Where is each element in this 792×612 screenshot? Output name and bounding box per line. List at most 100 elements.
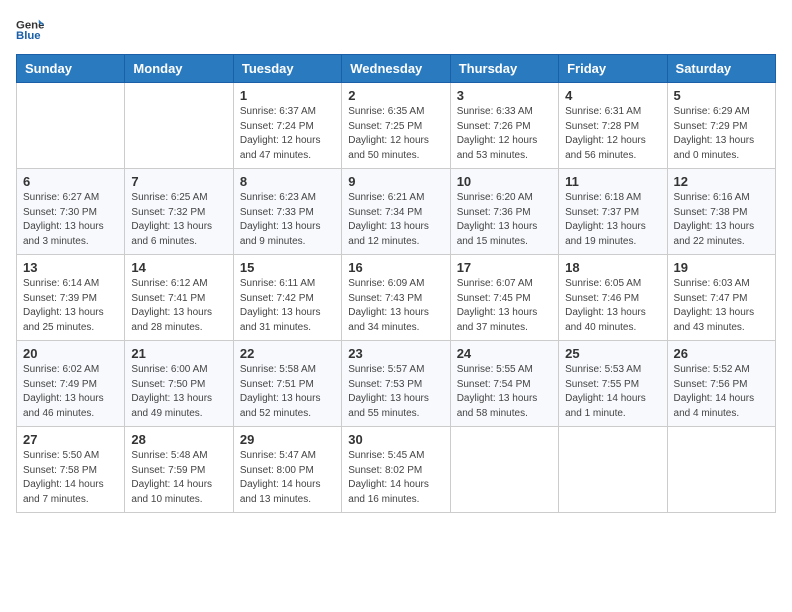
day-info: Sunrise: 6:33 AM Sunset: 7:26 PM Dayligh… [457, 105, 552, 163]
day-number: 11 [565, 174, 660, 189]
day-info: Sunrise: 6:20 AM Sunset: 7:36 PM Dayligh… [457, 191, 552, 249]
calendar-cell: 22Sunrise: 5:58 AM Sunset: 7:51 PM Dayli… [233, 341, 341, 427]
calendar-cell: 24 Sunrise: 5:55 AM Sunset: 7:54 PM Dayli… [450, 341, 558, 427]
day-number: 19 [674, 260, 769, 275]
calendar-body: 1 Sunrise: 6:37 AM Sunset: 7:24 PM Daylig… [17, 83, 776, 513]
calendar-cell: 14 Sunrise: 6:12 AM Sunset: 7:41 PM Dayli… [125, 255, 233, 341]
day-number: 15 [240, 260, 335, 275]
calendar-cell: 12Sunrise: 6:16 AM Sunset: 7:38 PM Dayli… [667, 169, 775, 255]
day-number: 5 [674, 88, 769, 103]
calendar-cell: 11 Sunrise: 6:18 AM Sunset: 7:37 PM Dayli… [559, 169, 667, 255]
day-info: Sunrise: 5:57 AM Sunset: 7:53 PM Dayligh… [348, 363, 443, 421]
day-info: Sunrise: 5:53 AM Sunset: 7:55 PM Dayligh… [565, 363, 660, 421]
calendar-cell: 9 Sunrise: 6:21 AM Sunset: 7:34 PM Daylig… [342, 169, 450, 255]
calendar-cell: 8Sunrise: 6:23 AM Sunset: 7:33 PM Daylig… [233, 169, 341, 255]
weekday-header-cell: Thursday [450, 55, 558, 83]
day-number: 27 [23, 432, 118, 447]
calendar-cell: 21 Sunrise: 6:00 AM Sunset: 7:50 PM Dayli… [125, 341, 233, 427]
day-number: 3 [457, 88, 552, 103]
day-number: 26 [674, 346, 769, 361]
day-info: Sunrise: 5:47 AM Sunset: 8:00 PM Dayligh… [240, 449, 335, 507]
day-info: Sunrise: 6:21 AM Sunset: 7:34 PM Dayligh… [348, 191, 443, 249]
logo-icon: General Blue [16, 16, 44, 44]
day-info: Sunrise: 6:00 AM Sunset: 7:50 PM Dayligh… [131, 363, 226, 421]
calendar: SundayMondayTuesdayWednesdayThursdayFrid… [16, 54, 776, 513]
calendar-cell: 28 Sunrise: 5:48 AM Sunset: 7:59 PM Dayli… [125, 427, 233, 513]
day-number: 25 [565, 346, 660, 361]
day-info: Sunrise: 6:02 AM Sunset: 7:49 PM Dayligh… [23, 363, 118, 421]
day-number: 14 [131, 260, 226, 275]
calendar-cell: 5Sunrise: 6:29 AM Sunset: 7:29 PM Daylig… [667, 83, 775, 169]
day-info: Sunrise: 6:07 AM Sunset: 7:45 PM Dayligh… [457, 277, 552, 335]
calendar-cell: 3 Sunrise: 6:33 AM Sunset: 7:26 PM Daylig… [450, 83, 558, 169]
calendar-cell [17, 83, 125, 169]
day-info: Sunrise: 5:55 AM Sunset: 7:54 PM Dayligh… [457, 363, 552, 421]
day-number: 30 [348, 432, 443, 447]
day-number: 2 [348, 88, 443, 103]
day-info: Sunrise: 5:48 AM Sunset: 7:59 PM Dayligh… [131, 449, 226, 507]
day-info: Sunrise: 6:16 AM Sunset: 7:38 PM Dayligh… [674, 191, 769, 249]
header: General Blue [16, 16, 776, 44]
calendar-cell: 10 Sunrise: 6:20 AM Sunset: 7:36 PM Dayli… [450, 169, 558, 255]
weekday-header-cell: Friday [559, 55, 667, 83]
day-info: Sunrise: 6:18 AM Sunset: 7:37 PM Dayligh… [565, 191, 660, 249]
day-info: Sunrise: 5:50 AM Sunset: 7:58 PM Dayligh… [23, 449, 118, 507]
calendar-cell [450, 427, 558, 513]
day-info: Sunrise: 6:27 AM Sunset: 7:30 PM Dayligh… [23, 191, 118, 249]
calendar-cell: 18 Sunrise: 6:05 AM Sunset: 7:46 PM Dayli… [559, 255, 667, 341]
day-number: 29 [240, 432, 335, 447]
calendar-week-row: 1 Sunrise: 6:37 AM Sunset: 7:24 PM Daylig… [17, 83, 776, 169]
calendar-cell: 20Sunrise: 6:02 AM Sunset: 7:49 PM Dayli… [17, 341, 125, 427]
calendar-cell [559, 427, 667, 513]
calendar-cell [667, 427, 775, 513]
calendar-cell: 15 Sunrise: 6:11 AM Sunset: 7:42 PM Dayli… [233, 255, 341, 341]
calendar-cell: 7 Sunrise: 6:25 AM Sunset: 7:32 PM Daylig… [125, 169, 233, 255]
day-info: Sunrise: 6:09 AM Sunset: 7:43 PM Dayligh… [348, 277, 443, 335]
logo: General Blue [16, 16, 44, 44]
day-info: Sunrise: 6:37 AM Sunset: 7:24 PM Dayligh… [240, 105, 335, 163]
day-info: Sunrise: 6:35 AM Sunset: 7:25 PM Dayligh… [348, 105, 443, 163]
day-info: Sunrise: 5:45 AM Sunset: 8:02 PM Dayligh… [348, 449, 443, 507]
svg-text:Blue: Blue [16, 30, 41, 42]
calendar-week-row: 6 Sunrise: 6:27 AM Sunset: 7:30 PM Daylig… [17, 169, 776, 255]
calendar-cell: 4Sunrise: 6:31 AM Sunset: 7:28 PM Daylig… [559, 83, 667, 169]
day-number: 24 [457, 346, 552, 361]
calendar-cell: 17 Sunrise: 6:07 AM Sunset: 7:45 PM Dayli… [450, 255, 558, 341]
day-info: Sunrise: 5:58 AM Sunset: 7:51 PM Dayligh… [240, 363, 335, 421]
day-number: 16 [348, 260, 443, 275]
day-info: Sunrise: 6:25 AM Sunset: 7:32 PM Dayligh… [131, 191, 226, 249]
calendar-cell: 23Sunrise: 5:57 AM Sunset: 7:53 PM Dayli… [342, 341, 450, 427]
day-number: 21 [131, 346, 226, 361]
day-number: 10 [457, 174, 552, 189]
day-number: 1 [240, 88, 335, 103]
day-number: 28 [131, 432, 226, 447]
calendar-cell [125, 83, 233, 169]
calendar-cell: 13 Sunrise: 6:14 AM Sunset: 7:39 PM Dayli… [17, 255, 125, 341]
weekday-header-row: SundayMondayTuesdayWednesdayThursdayFrid… [17, 55, 776, 83]
calendar-cell: 27 Sunrise: 5:50 AM Sunset: 7:58 PM Dayli… [17, 427, 125, 513]
day-info: Sunrise: 6:11 AM Sunset: 7:42 PM Dayligh… [240, 277, 335, 335]
calendar-week-row: 27 Sunrise: 5:50 AM Sunset: 7:58 PM Dayli… [17, 427, 776, 513]
day-number: 8 [240, 174, 335, 189]
calendar-cell: 30 Sunrise: 5:45 AM Sunset: 8:02 PM Dayli… [342, 427, 450, 513]
weekday-header-cell: Wednesday [342, 55, 450, 83]
calendar-cell: 25 Sunrise: 5:53 AM Sunset: 7:55 PM Dayli… [559, 341, 667, 427]
weekday-header-cell: Sunday [17, 55, 125, 83]
day-number: 6 [23, 174, 118, 189]
day-number: 18 [565, 260, 660, 275]
day-info: Sunrise: 6:05 AM Sunset: 7:46 PM Dayligh… [565, 277, 660, 335]
day-info: Sunrise: 6:03 AM Sunset: 7:47 PM Dayligh… [674, 277, 769, 335]
day-number: 13 [23, 260, 118, 275]
day-number: 17 [457, 260, 552, 275]
day-number: 9 [348, 174, 443, 189]
weekday-header-cell: Saturday [667, 55, 775, 83]
day-info: Sunrise: 6:12 AM Sunset: 7:41 PM Dayligh… [131, 277, 226, 335]
day-number: 7 [131, 174, 226, 189]
day-info: Sunrise: 6:31 AM Sunset: 7:28 PM Dayligh… [565, 105, 660, 163]
calendar-cell: 6 Sunrise: 6:27 AM Sunset: 7:30 PM Daylig… [17, 169, 125, 255]
day-info: Sunrise: 6:14 AM Sunset: 7:39 PM Dayligh… [23, 277, 118, 335]
day-info: Sunrise: 5:52 AM Sunset: 7:56 PM Dayligh… [674, 363, 769, 421]
calendar-week-row: 13 Sunrise: 6:14 AM Sunset: 7:39 PM Dayli… [17, 255, 776, 341]
calendar-cell: 26 Sunrise: 5:52 AM Sunset: 7:56 PM Dayli… [667, 341, 775, 427]
calendar-cell: 29 Sunrise: 5:47 AM Sunset: 8:00 PM Dayli… [233, 427, 341, 513]
